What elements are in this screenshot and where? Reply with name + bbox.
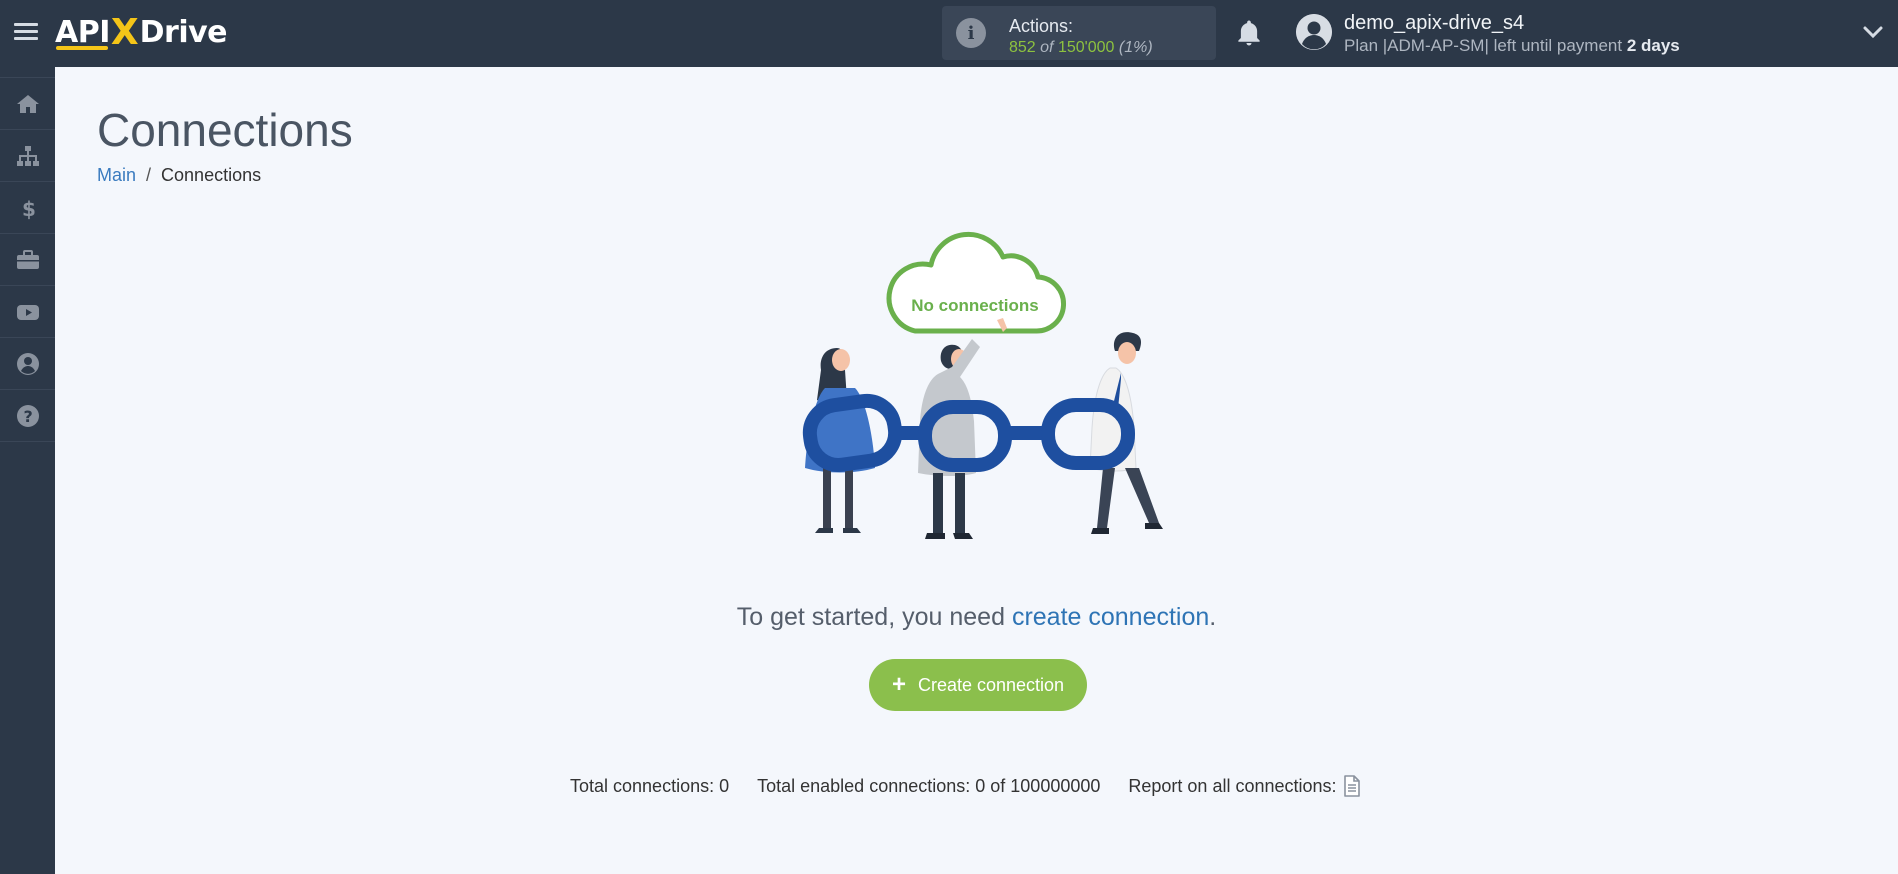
plan-info: Plan |ADM-AP-SM| left until payment 2 da… — [1344, 36, 1680, 56]
actions-used: 852 — [1009, 39, 1036, 56]
sidebar-item-services[interactable] — [0, 234, 55, 286]
connection-stats: Total connections: 0 Total enabled conne… — [570, 775, 1361, 797]
actions-of: of — [1040, 39, 1054, 56]
actions-total: 150'000 — [1057, 39, 1115, 56]
info-icon[interactable]: i — [956, 18, 986, 48]
question-icon: ? — [16, 404, 39, 427]
plan-days: 2 days — [1626, 36, 1680, 55]
logo-text-right: Drive — [139, 14, 228, 50]
sidebar-top-spacer — [0, 67, 55, 78]
create-connection-button[interactable]: + Create connection — [869, 659, 1087, 711]
breadcrumb-separator: / — [146, 165, 152, 185]
user-circle-icon — [16, 352, 39, 375]
youtube-icon — [16, 304, 39, 320]
total-connections: Total connections: 0 — [570, 775, 730, 796]
actions-percent: (1%) — [1118, 39, 1153, 56]
top-bar: API X Drive i Actions: 852 of 150'000 (1… — [0, 0, 1898, 67]
plan-text: Plan |ADM-AP-SM| left until payment — [1344, 36, 1623, 55]
actions-value: 852 of 150'000 (1%) — [1009, 39, 1153, 57]
page-title: Connections — [97, 104, 353, 156]
menu-icon[interactable] — [14, 20, 38, 44]
breadcrumb-current: Connections — [161, 165, 262, 185]
username[interactable]: demo_apix-drive_s4 — [1344, 12, 1524, 35]
sidebar-item-billing[interactable]: $ — [0, 182, 55, 234]
create-connection-label: Create connection — [917, 674, 1065, 695]
logo-underline — [56, 46, 108, 50]
cloud-icon: No connections — [886, 231, 1066, 334]
svg-text:$: $ — [22, 197, 36, 221]
home-icon — [16, 94, 39, 113]
sidebar-item-account[interactable] — [0, 338, 55, 390]
svg-text:?: ? — [23, 407, 32, 426]
sidebar-item-video[interactable] — [0, 286, 55, 338]
briefcase-icon — [16, 249, 39, 269]
total-enabled-connections: Total enabled connections: 0 of 10000000… — [757, 775, 1101, 796]
avatar[interactable] — [1296, 14, 1332, 50]
chevron-down-icon[interactable] — [1862, 24, 1884, 40]
report-all-connections: Report on all connections: — [1128, 775, 1360, 797]
get-started-text: To get started, you need create connecti… — [55, 603, 1898, 632]
breadcrumb-main-link[interactable]: Main — [97, 165, 136, 186]
bell-icon[interactable] — [1234, 18, 1264, 48]
cta-prefix: To get started, you need — [736, 603, 1005, 631]
sidebar-item-home[interactable] — [0, 78, 55, 130]
sitemap-icon — [16, 145, 39, 166]
sidebar: $ ? — [0, 67, 55, 874]
sidebar-item-connections[interactable] — [0, 130, 55, 182]
actions-counter: i Actions: 852 of 150'000 (1%) — [942, 6, 1216, 60]
logo-text-left: API — [55, 14, 110, 50]
main-content: Connections Main / Connections No connec… — [55, 67, 1898, 874]
plus-icon: + — [891, 671, 906, 698]
create-connection-link[interactable]: create connection — [1012, 603, 1209, 631]
actions-label: Actions: — [1009, 16, 1074, 36]
logo-text-x: X — [110, 11, 139, 53]
cta-suffix: . — [1209, 603, 1217, 631]
report-label: Report on all connections: — [1128, 775, 1337, 796]
sidebar-item-help[interactable]: ? — [0, 390, 55, 442]
document-icon[interactable] — [1343, 775, 1361, 797]
cloud-text: No connections — [911, 296, 1039, 315]
no-connections-illustration: No connections — [802, 231, 1163, 539]
breadcrumb: Main / Connections — [97, 165, 261, 186]
dollar-icon: $ — [22, 197, 36, 221]
